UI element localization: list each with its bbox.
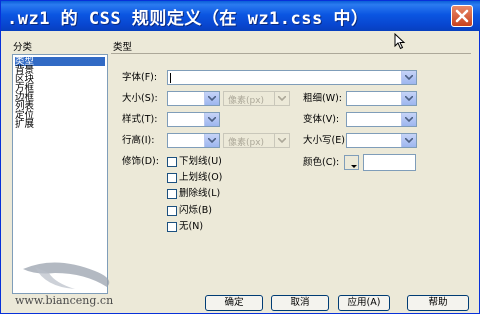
chevron-down-icon [405,75,413,80]
font-dropdown-arrow[interactable] [401,71,416,84]
line-height-unit-dropdown-arrow[interactable] [274,134,289,147]
color-picker-button[interactable] [344,155,359,170]
help-button[interactable]: 帮助 [407,295,469,311]
style-label: 样式(T): [122,114,158,125]
category-header: 分类 [13,42,33,53]
chevron-down-icon [405,138,413,143]
css-rule-dialog: .wz1 的 CSS 规则定义（在 wz1.css 中） 分类 类型 背景 区块… [0,0,480,314]
underline-label[interactable]: 下划线(U) [179,156,222,168]
overline-label[interactable]: 上划线(O) [179,172,222,184]
font-dropdown[interactable] [167,70,417,85]
chevron-down-icon [208,117,216,122]
case-label: 大小写(E): [303,135,349,146]
chevron-down-icon [405,117,413,122]
none-checkbox[interactable] [167,222,177,232]
chevron-down-icon [278,138,286,143]
chevron-down-icon [208,138,216,143]
chevron-down-icon [351,165,357,168]
size-unit-value: 像素(px) [228,96,265,106]
line-height-unit-dropdown[interactable]: 像素(px) [223,133,290,148]
case-dropdown[interactable] [346,133,417,148]
line-height-label: 行高(I): [122,135,155,146]
font-label: 字体(F): [122,72,158,83]
panel-divider [111,53,471,54]
underline-checkbox[interactable] [167,157,177,167]
decoration-label: 修饰(D): [122,156,159,167]
variant-dropdown[interactable] [346,112,417,127]
color-input[interactable] [363,154,416,171]
style-dropdown[interactable] [167,112,220,127]
line-height-dropdown-arrow[interactable] [204,134,219,147]
text-caret [170,73,171,83]
case-dropdown-arrow[interactable] [401,134,416,147]
size-unit-dropdown-arrow[interactable] [274,92,289,105]
size-unit-dropdown[interactable]: 像素(px) [223,91,290,106]
line-through-checkbox[interactable] [167,189,177,199]
watermark-text: www.bianceng.cn [15,294,114,307]
cancel-button[interactable]: 取消 [271,295,329,311]
close-button[interactable] [451,5,473,27]
category-list[interactable]: 类型 背景 区块 方框 边框 列表 定位 扩展 [12,54,108,294]
weight-dropdown[interactable] [346,91,417,106]
weight-dropdown-arrow[interactable] [401,92,416,105]
overline-checkbox[interactable] [167,173,177,183]
ok-button[interactable]: 确定 [205,295,263,311]
title-bar[interactable]: .wz1 的 CSS 规则定义（在 wz1.css 中） [1,1,480,31]
line-height-dropdown[interactable] [167,133,220,148]
weight-label: 粗细(W): [303,93,343,104]
mouse-pointer-icon [394,33,406,50]
color-label: 颜色(C): [303,157,340,168]
size-label: 大小(S): [122,93,158,104]
blink-label[interactable]: 闪烁(B) [179,205,212,217]
size-dropdown[interactable] [167,91,220,106]
category-item-extensions[interactable]: 扩展 [15,120,34,130]
blink-checkbox[interactable] [167,206,177,216]
none-label[interactable]: 无(N) [179,221,203,233]
close-icon [455,9,469,23]
chevron-down-icon [405,96,413,101]
size-dropdown-arrow[interactable] [204,92,219,105]
line-through-label[interactable]: 删除线(L) [179,188,220,200]
style-dropdown-arrow[interactable] [204,113,219,126]
apply-button[interactable]: 应用(A) [338,295,390,311]
chevron-down-icon [208,96,216,101]
chevron-down-icon [278,96,286,101]
line-height-unit-value: 像素(px) [228,138,265,148]
window-title: .wz1 的 CSS 规则定义（在 wz1.css 中） [7,9,369,29]
variant-label: 变体(V): [303,114,340,125]
variant-dropdown-arrow[interactable] [401,113,416,126]
watermark-logo [23,262,110,289]
